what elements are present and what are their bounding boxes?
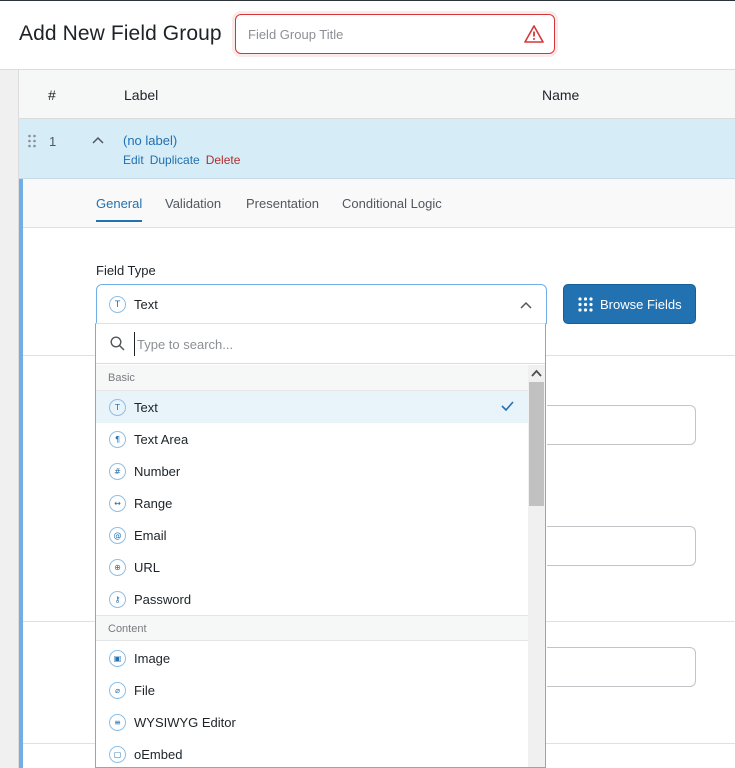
settings-tabs: General Validation Presentation Conditio…: [23, 179, 735, 228]
wysiwyg-icon: ≡: [109, 714, 126, 731]
fields-table-header: # Label Name: [19, 70, 735, 119]
grid-icon: [578, 297, 593, 312]
option-number[interactable]: # Number: [96, 455, 528, 487]
field-type-label: Field Type: [96, 263, 156, 278]
browse-fields-button[interactable]: Browse Fields: [563, 284, 696, 324]
option-label: Text: [134, 400, 158, 415]
option-file[interactable]: ⌀ File: [96, 674, 528, 706]
option-text-area[interactable]: ¶ Text Area: [96, 423, 528, 455]
text-type-icon: T: [109, 296, 126, 313]
tab-general[interactable]: General: [96, 196, 143, 222]
delete-link[interactable]: Delete: [206, 153, 241, 167]
option-range[interactable]: ↔ Range: [96, 487, 528, 519]
background-input[interactable]: [547, 405, 696, 445]
scrollbar-thumb[interactable]: [529, 382, 544, 506]
field-label-link[interactable]: (no label): [123, 133, 177, 148]
field-order-number: 1: [49, 134, 57, 149]
warning-icon: [524, 25, 544, 43]
option-label: Text Area: [134, 432, 189, 447]
search-icon: [110, 336, 125, 351]
browse-fields-label: Browse Fields: [600, 297, 682, 312]
option-url[interactable]: ⊕ URL: [96, 551, 528, 583]
tab-presentation[interactable]: Presentation: [246, 196, 319, 211]
option-wysiwyg-editor[interactable]: ≡ WYSIWYG Editor: [96, 706, 528, 738]
field-type-select[interactable]: T Text: [96, 284, 547, 324]
page-title: Add New Field Group: [19, 22, 222, 45]
option-email[interactable]: @ Email: [96, 519, 528, 551]
email-icon: @: [109, 527, 126, 544]
range-icon: ↔: [109, 495, 126, 512]
group-header-content: Content: [96, 615, 528, 641]
text-icon: T: [109, 399, 126, 416]
collapse-chevron-icon[interactable]: [92, 136, 104, 144]
field-type-list: Basic T Text ¶ Text Area # Number ↔ Rang…: [96, 365, 528, 767]
field-type-selected-value: Text: [134, 297, 158, 312]
option-label: WYSIWYG Editor: [134, 715, 236, 730]
oembed-icon: ▢: [109, 746, 126, 763]
option-text[interactable]: T Text: [96, 391, 528, 423]
field-group-title-wrapper: [235, 14, 555, 54]
option-label: Range: [134, 496, 173, 511]
password-icon: ⚷: [109, 591, 126, 608]
field-group-title-input[interactable]: [248, 15, 518, 53]
dropdown-search: [96, 324, 545, 364]
chevron-up-icon: [520, 301, 532, 309]
tab-validation[interactable]: Validation: [165, 196, 221, 211]
row-actions: Edit Duplicate Delete: [123, 153, 246, 167]
file-icon: ⌀: [109, 682, 126, 699]
option-label: URL: [134, 560, 161, 575]
option-label: oEmbed: [134, 747, 183, 762]
option-image[interactable]: ▣ Image: [96, 642, 528, 674]
url-icon: ⊕: [109, 559, 126, 576]
edit-link[interactable]: Edit: [123, 153, 144, 167]
duplicate-link[interactable]: Duplicate: [150, 153, 200, 167]
image-icon: ▣: [109, 650, 126, 667]
field-type-search-input[interactable]: [134, 332, 524, 356]
option-label: Email: [134, 528, 167, 543]
field-type-dropdown: Basic T Text ¶ Text Area # Number ↔ Rang…: [95, 323, 546, 768]
option-label: Number: [134, 464, 181, 479]
header-bar: Add New Field Group: [0, 0, 735, 70]
background-input[interactable]: [547, 526, 696, 566]
option-label: Image: [134, 651, 171, 666]
option-label: Password: [134, 592, 192, 607]
field-row[interactable]: 1 (no label) Edit Duplicate Delete: [19, 119, 735, 179]
background-input[interactable]: [547, 647, 696, 687]
tab-conditional-logic[interactable]: Conditional Logic: [342, 196, 442, 211]
column-label: Label: [124, 87, 159, 103]
scroll-up-arrow-icon[interactable]: [528, 365, 545, 382]
option-label: File: [134, 683, 155, 698]
option-password[interactable]: ⚷ Password: [96, 583, 528, 615]
check-icon: [501, 401, 514, 411]
column-number: #: [48, 87, 56, 103]
textarea-icon: ¶: [109, 431, 126, 448]
group-header-basic: Basic: [96, 365, 528, 391]
drag-handle-icon[interactable]: [27, 134, 37, 148]
dropdown-scrollbar[interactable]: [528, 365, 545, 767]
option-oembed[interactable]: ▢ oEmbed: [96, 738, 528, 767]
column-name: Name: [542, 87, 580, 103]
number-icon: #: [109, 463, 126, 480]
